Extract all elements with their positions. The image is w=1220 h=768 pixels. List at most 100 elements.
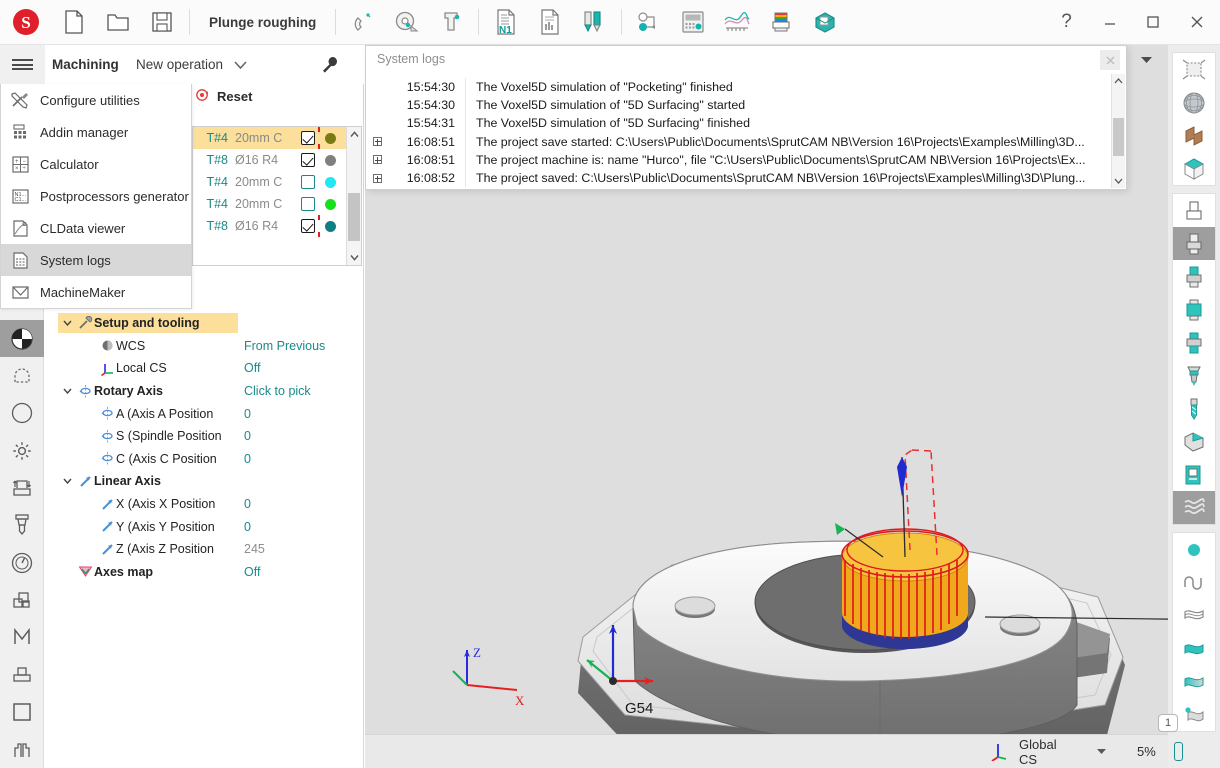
workpiece-icon[interactable] <box>1173 425 1215 458</box>
tree-row-c-axis-c-position[interactable]: C (Axis C Position 0 <box>58 448 364 471</box>
tree-row-value[interactable]: 0 <box>244 452 251 466</box>
stock-transfer-icon[interactable] <box>0 469 44 506</box>
flyout-item-machinemaker[interactable]: MachineMaker <box>1 276 191 308</box>
tree-row-value[interactable]: Off <box>244 361 260 375</box>
layers-icon[interactable] <box>0 581 44 618</box>
save-disk-icon[interactable] <box>140 0 184 45</box>
fixture-box-icon[interactable] <box>803 0 847 45</box>
tool-list-row[interactable]: T#4 20mm C <box>193 171 361 193</box>
globe-surface-icon[interactable] <box>1173 86 1215 119</box>
tool-list-row[interactable]: T#8 Ø16 R4 <box>193 149 361 171</box>
help-button[interactable]: ? <box>1045 0 1088 45</box>
tool-list[interactable]: T#4 20mm C T#8 Ø16 R4 T#4 20mm C T#4 20mm C T#8 Ø… <box>192 126 362 266</box>
tree-row-value[interactable]: 245 <box>244 542 265 556</box>
surface-point-icon[interactable] <box>1173 698 1215 731</box>
face-surface-icon[interactable] <box>1173 119 1215 152</box>
shading-mode-icon[interactable] <box>0 319 44 358</box>
tool-holder-hidden-icon[interactable] <box>1173 194 1215 227</box>
nc-program-icon[interactable]: N1 <box>484 0 528 45</box>
tree-row-axes-map[interactable]: Axes map Off <box>58 561 364 584</box>
tab-machining[interactable]: Machining <box>52 45 119 84</box>
flyout-item-addin-manager[interactable]: Addin manager <box>1 116 191 148</box>
coordinate-system-selector[interactable]: Global CS 5% <box>987 737 1184 767</box>
expand-caret-icon[interactable] <box>58 478 76 485</box>
solid-surface-icon[interactable] <box>1173 632 1215 665</box>
tree-row-value[interactable]: 0 <box>244 520 251 534</box>
utilities-flyout-menu[interactable]: Configure utilities Addin manager + − × ÷ Calc… <box>0 84 192 309</box>
log-entry[interactable]: 15:54:30 The Voxel5D simulation of "5D Su… <box>367 96 1125 115</box>
system-logs-list[interactable]: 15:54:30 The Voxel5D simulation of "Pocke… <box>367 74 1125 188</box>
gauge-icon[interactable] <box>0 544 44 581</box>
toolpath-hatch-icon[interactable] <box>1173 491 1215 524</box>
flyout-item-system-logs[interactable]: System logs <box>1 244 191 276</box>
system-logs-window[interactable]: System logs 15:54:30 The Voxel5D simulati… <box>365 45 1127 190</box>
tool-library-icon[interactable] <box>572 0 616 45</box>
flyout-item-cldata-viewer[interactable]: CLData viewer <box>1 212 191 244</box>
log-entry[interactable]: 15:54:30 The Voxel5D simulation of "Pocke… <box>367 78 1125 97</box>
tool-enabled-checkbox[interactable] <box>297 197 319 211</box>
new-operation-button[interactable]: New operation <box>136 45 223 84</box>
endmill-tool-icon[interactable] <box>0 507 44 544</box>
maximize-button[interactable] <box>1131 0 1174 45</box>
curve-wave-icon[interactable] <box>1173 566 1215 599</box>
close-button[interactable] <box>1174 0 1220 45</box>
navigation-compass-icon[interactable] <box>0 395 44 432</box>
close-icon[interactable] <box>1100 50 1120 70</box>
tool-assembly-icon[interactable] <box>1173 359 1215 392</box>
scrollbar-thumb[interactable] <box>1113 118 1124 156</box>
scroll-down-icon[interactable] <box>1112 174 1125 188</box>
machine-m-icon[interactable] <box>0 619 44 656</box>
shaded-surface-icon[interactable] <box>1173 665 1215 698</box>
vise-icon[interactable] <box>0 731 44 768</box>
fixture-icon[interactable] <box>0 656 44 693</box>
tool-enabled-checkbox[interactable] <box>297 219 319 233</box>
select-all-icon[interactable] <box>1173 53 1215 86</box>
heatmap-stock-icon[interactable] <box>759 0 803 45</box>
tree-row-local-cs[interactable]: Local CS Off <box>58 357 364 380</box>
chevron-down-icon[interactable] <box>1096 747 1107 757</box>
tool-body-icon[interactable] <box>1173 293 1215 326</box>
chevron-down-icon[interactable] <box>234 45 247 84</box>
view-number-badge[interactable]: 1 <box>1158 714 1178 732</box>
tool-holder-gray-icon[interactable] <box>1173 227 1215 260</box>
square-part-icon[interactable] <box>0 693 44 730</box>
expand-toggle-icon[interactable] <box>367 137 387 147</box>
expand-caret-icon[interactable] <box>58 320 76 327</box>
log-entry[interactable]: 15:54:31 The Voxel5D simulation of "5D Su… <box>367 114 1125 133</box>
solid-box-icon[interactable] <box>1173 152 1215 185</box>
tool-enabled-checkbox[interactable] <box>297 175 319 189</box>
tree-row-x-axis-x-position[interactable]: X (Axis X Position 0 <box>58 493 364 516</box>
tree-row-rotary-axis[interactable]: Rotary Axis Click to pick <box>58 380 364 403</box>
expand-caret-icon[interactable] <box>58 388 76 395</box>
scroll-up-icon[interactable] <box>347 127 361 142</box>
scroll-down-icon[interactable] <box>347 250 361 265</box>
tree-row-a-axis-a-position[interactable]: A (Axis A Position 0 <box>58 402 364 425</box>
measure-icon[interactable] <box>385 0 429 45</box>
tree-row-setup-and-tooling[interactable]: Setup and tooling <box>58 312 364 335</box>
machine-control-icon[interactable] <box>671 0 715 45</box>
tree-row-y-axis-y-position[interactable]: Y (Axis Y Position 0 <box>58 515 364 538</box>
expand-toggle-icon[interactable] <box>367 173 387 183</box>
tree-row-value[interactable]: 0 <box>244 407 251 421</box>
tool-enabled-checkbox[interactable] <box>297 153 319 167</box>
tool-list-row[interactable]: T#8 Ø16 R4 <box>193 215 361 237</box>
tree-row-linear-axis[interactable]: Linear Axis <box>58 470 364 493</box>
tree-row-value[interactable]: From Previous <box>244 339 325 353</box>
tool-shank-icon[interactable] <box>1173 260 1215 293</box>
log-entry[interactable]: 16:08:51 The project machine is: name "Hu… <box>367 150 1125 169</box>
menu-icon[interactable] <box>0 45 45 84</box>
tree-row-value[interactable]: 0 <box>244 429 251 443</box>
tool-list-row[interactable]: T#4 20mm C <box>193 193 361 215</box>
tool-list-row[interactable]: T#4 20mm C <box>193 127 361 149</box>
selection-marquee-icon[interactable] <box>0 357 44 394</box>
tool-list-scrollbar[interactable] <box>346 127 361 265</box>
log-entry[interactable]: 16:08:51 The project save started: C:\Use… <box>367 132 1125 151</box>
flyout-item-postprocessors-generator[interactable]: N1... C1... Postprocessors generator <box>1 180 191 212</box>
tree-row-value[interactable]: Click to pick <box>244 384 311 398</box>
feed-graph-icon[interactable] <box>715 0 759 45</box>
flyout-item-configure-utilities[interactable]: Configure utilities <box>1 84 191 116</box>
mesh-surface-icon[interactable] <box>1173 599 1215 632</box>
drill-tool-icon[interactable] <box>1173 392 1215 425</box>
workflow-node-icon[interactable] <box>627 0 671 45</box>
report-chart-icon[interactable] <box>528 0 572 45</box>
